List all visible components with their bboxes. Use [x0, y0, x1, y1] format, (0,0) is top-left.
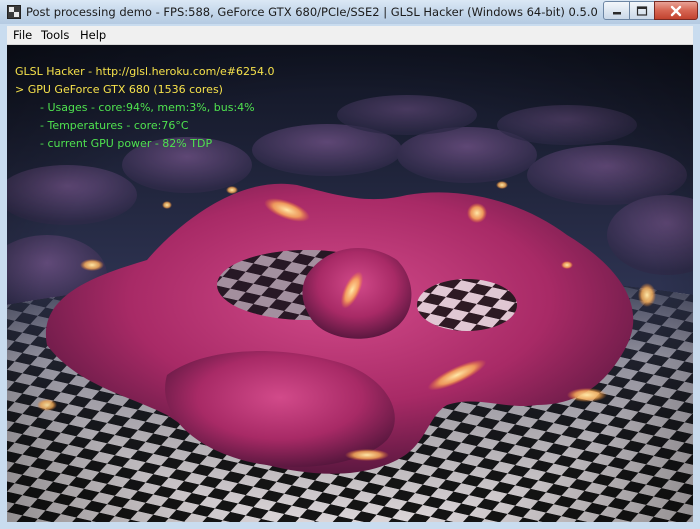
title-bar[interactable]: Post processing demo - FPS:588, GeForce … — [0, 0, 700, 24]
overlay-gpu: > GPU GeForce GTX 680 (1536 cores) — [15, 83, 223, 96]
overlay-usages: - Usages - core:94%, mem:3%, bus:4% — [40, 101, 255, 114]
menu-help[interactable]: Help — [80, 28, 106, 42]
stats-overlay: GLSL Hacker - http://glsl.heroku.com/e#6… — [15, 63, 275, 153]
minimize-icon — [612, 11, 621, 14]
window-title: Post processing demo - FPS:588, GeForce … — [26, 5, 598, 19]
menu-bar: File Tools Help — [7, 26, 693, 45]
minimize-button[interactable] — [603, 1, 630, 20]
menu-tools[interactable]: Tools — [41, 28, 69, 42]
close-icon — [670, 5, 682, 16]
close-button[interactable] — [654, 1, 698, 20]
overlay-gpu-power: - current GPU power - 82% TDP — [40, 137, 213, 150]
render-viewport[interactable]: GLSL Hacker - http://glsl.heroku.com/e#6… — [7, 45, 693, 522]
maximize-button[interactable] — [629, 1, 655, 20]
maximize-icon — [636, 5, 648, 16]
menu-file[interactable]: File — [13, 28, 32, 42]
app-icon — [7, 5, 21, 19]
app-window: Post processing demo - FPS:588, GeForce … — [0, 0, 700, 529]
overlay-title: GLSL Hacker - http://glsl.heroku.com/e#6… — [15, 65, 275, 78]
overlay-temperatures: - Temperatures - core:76°C — [40, 119, 189, 132]
